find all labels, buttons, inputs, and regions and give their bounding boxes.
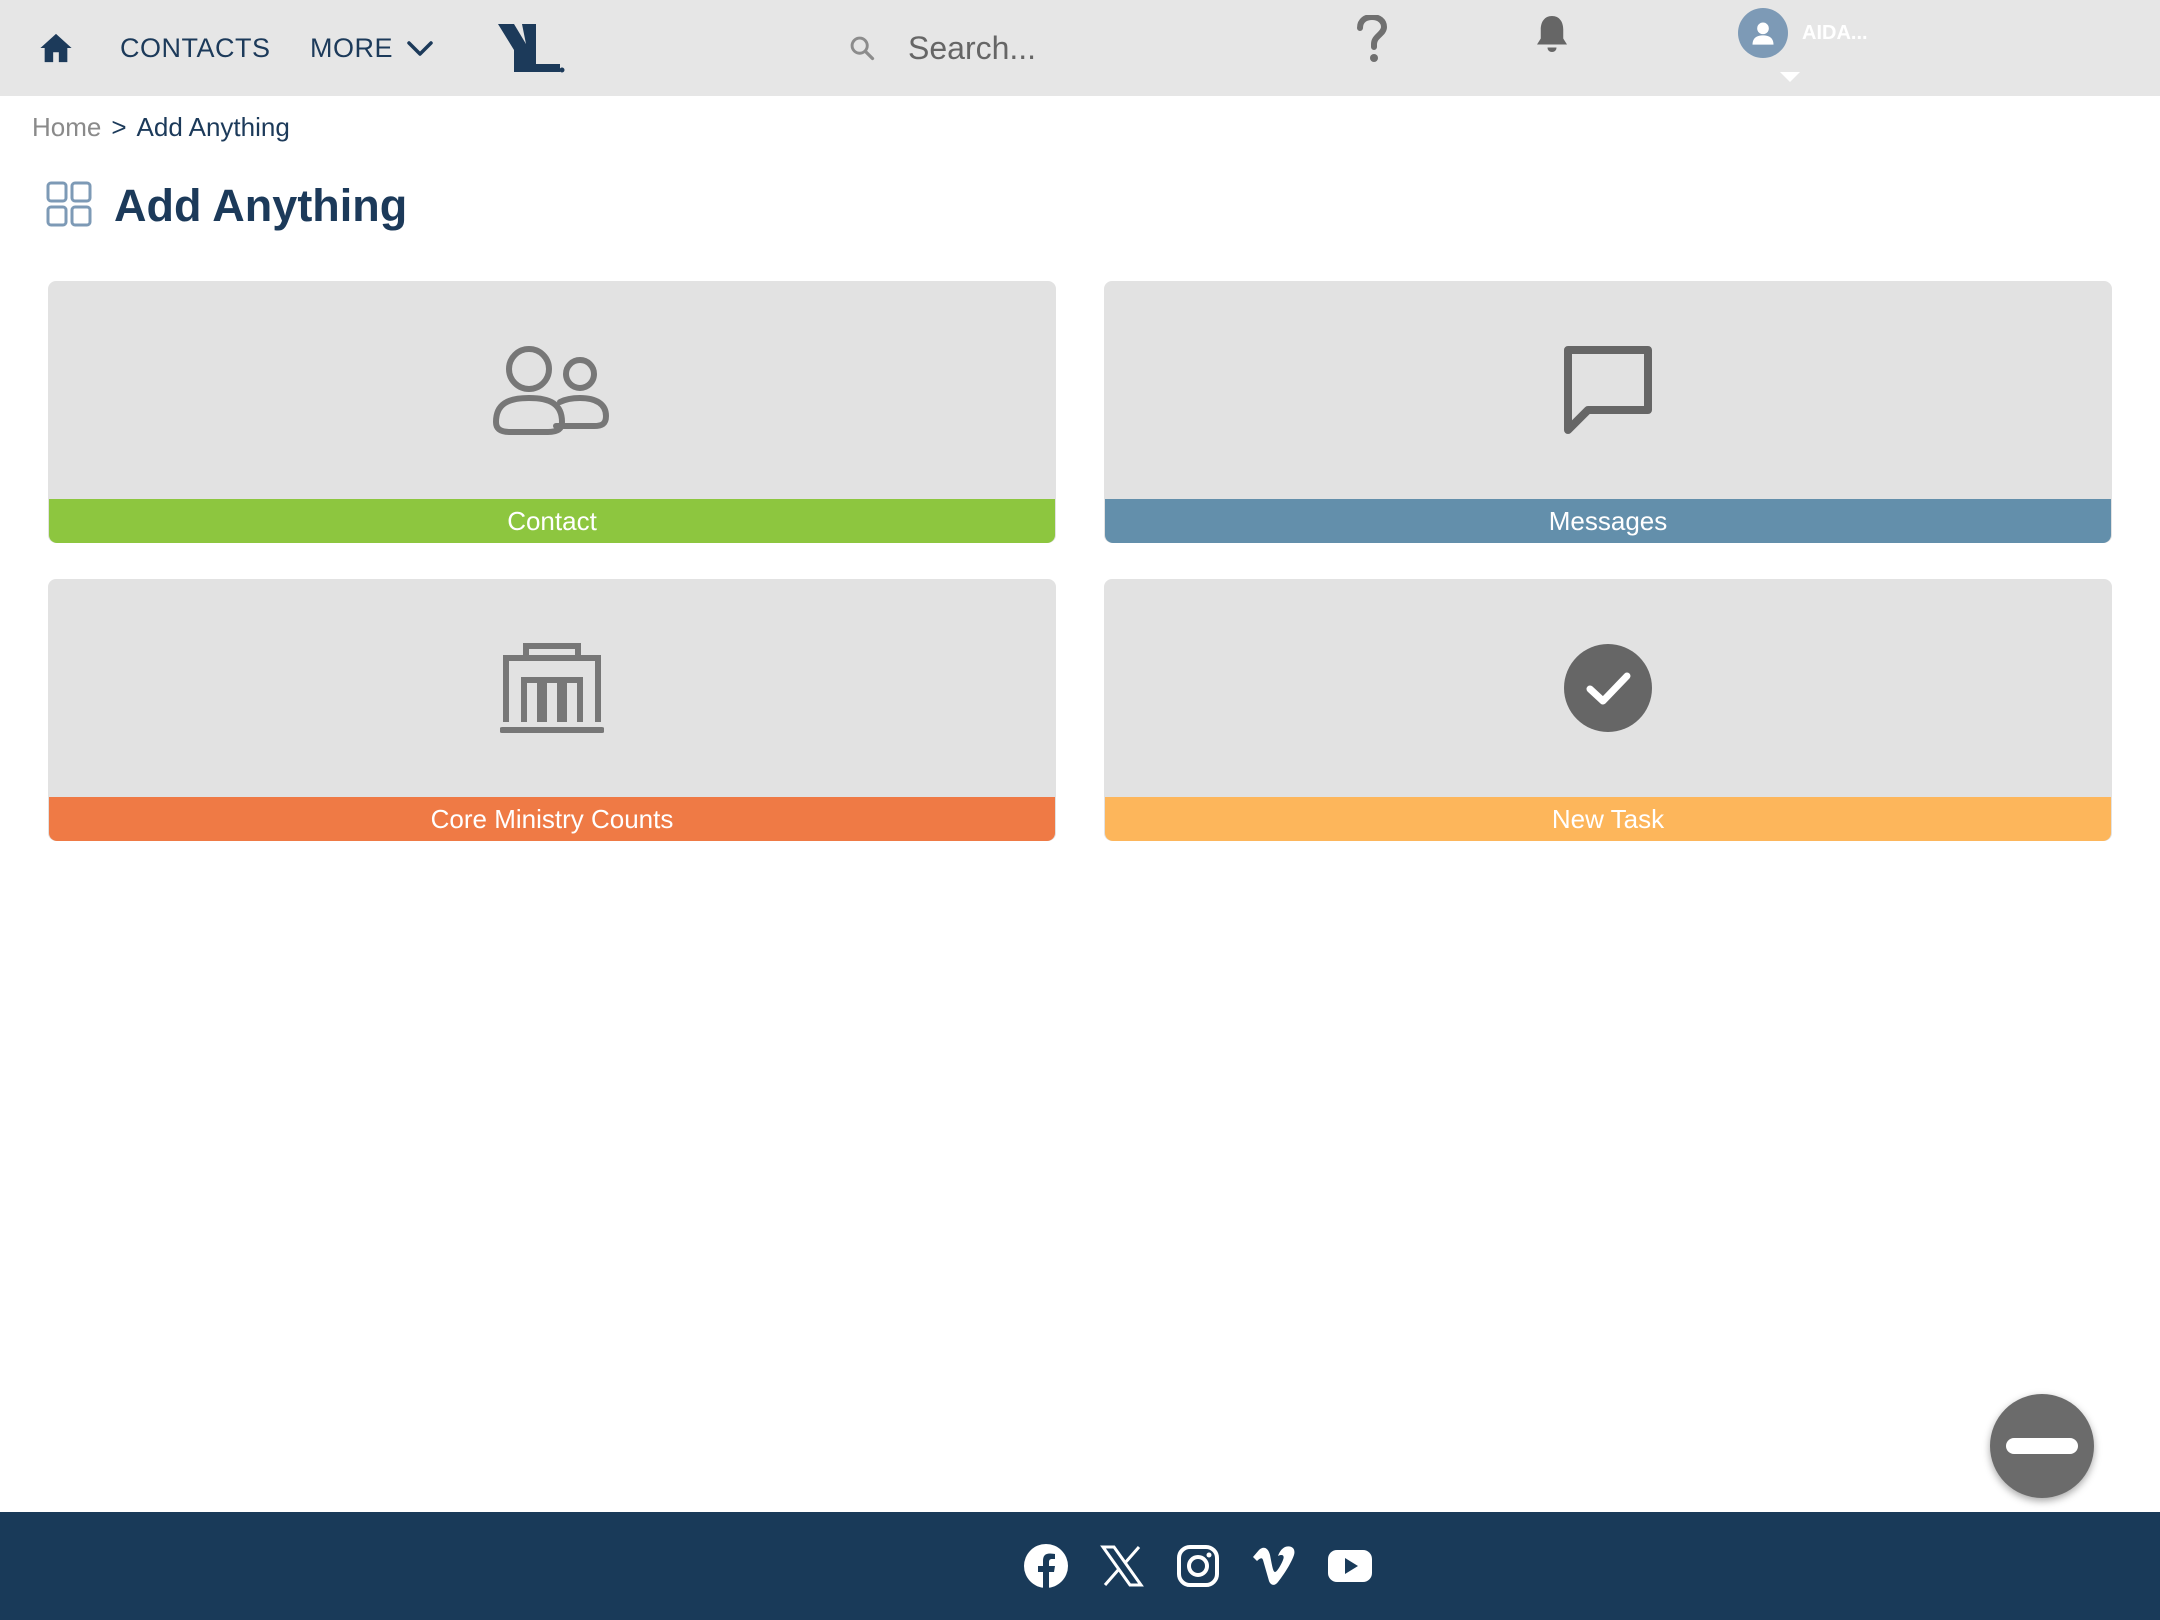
breadcrumb-home[interactable]: Home	[32, 110, 101, 144]
user-name: AIDA...	[1802, 22, 1868, 44]
user-avatar-icon	[1738, 8, 1788, 58]
core-ministry-counts-card[interactable]: Core Ministry Counts	[48, 579, 1056, 841]
youtube-icon[interactable]	[1326, 1542, 1374, 1590]
facebook-icon[interactable]	[1022, 1542, 1070, 1590]
caret-down-icon	[1780, 72, 1800, 82]
building-columns-icon	[48, 579, 1056, 797]
search-icon[interactable]	[840, 26, 884, 70]
messages-card[interactable]: Messages	[1104, 281, 2112, 543]
question-mark-icon[interactable]	[1352, 8, 1392, 72]
chevron-down-icon	[407, 30, 433, 66]
instagram-icon[interactable]	[1174, 1542, 1222, 1590]
chat-bubble-icon	[1104, 281, 2112, 499]
yl-logo[interactable]	[496, 20, 566, 76]
grid-icon	[46, 181, 92, 232]
x-icon[interactable]	[1098, 1542, 1146, 1590]
top-navigation-bar: CONTACTS MORE AIDA...	[0, 0, 2160, 96]
card-label: New Task	[1105, 797, 2111, 841]
footer	[0, 1512, 2160, 1620]
user-menu[interactable]: AIDA...	[1738, 8, 1918, 88]
page-title: Add Anything	[114, 180, 408, 231]
nav-more-label: MORE	[310, 33, 393, 63]
card-label: Contact	[49, 499, 1055, 543]
vimeo-icon[interactable]	[1250, 1542, 1298, 1590]
search-input[interactable]	[908, 29, 1328, 67]
bell-icon[interactable]	[1530, 12, 1574, 56]
check-circle-icon	[1104, 579, 2112, 797]
nav-more-dropdown[interactable]: MORE	[310, 30, 433, 66]
breadcrumb: Home > Add Anything	[32, 110, 290, 144]
card-label: Core Ministry Counts	[49, 797, 1055, 841]
breadcrumb-current: Add Anything	[136, 112, 290, 142]
minus-icon	[2006, 1438, 2078, 1454]
minimize-button[interactable]	[1990, 1394, 2094, 1498]
add-contact-card[interactable]: Contact	[48, 281, 1056, 543]
breadcrumb-separator: >	[111, 112, 127, 142]
page-header: Add Anything	[46, 178, 407, 234]
people-icon	[48, 281, 1056, 499]
search-bar	[840, 22, 1340, 74]
home-icon[interactable]	[36, 28, 76, 68]
new-task-card[interactable]: New Task	[1104, 579, 2112, 841]
card-label: Messages	[1105, 499, 2111, 543]
nav-contacts[interactable]: CONTACTS	[120, 30, 271, 66]
